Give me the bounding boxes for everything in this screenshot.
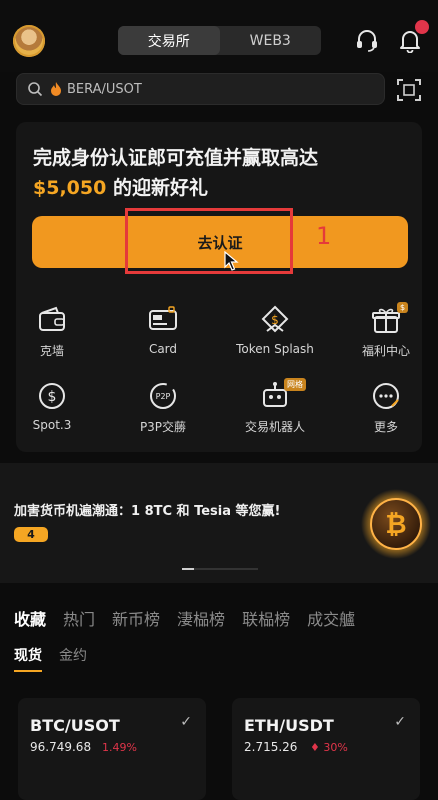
- svg-text:$: $: [48, 389, 57, 405]
- ticker-card[interactable]: BTC/USOT ✓ 96.749.68 1.49%: [18, 698, 206, 800]
- tab-web3[interactable]: WEB3: [220, 26, 322, 55]
- check-icon[interactable]: ✓: [180, 714, 192, 730]
- trading-bot-badge: 网格: [284, 378, 306, 391]
- exchange-web3-switch: 交易所 WEB3: [118, 26, 321, 55]
- action-spot[interactable]: $ Spot.3: [2, 380, 102, 440]
- tab-losers[interactable]: 联榀榜: [242, 606, 290, 630]
- banner-message: 加害货币机遍潮通：1 8TC 和 Tesia 等您赢!: [14, 504, 281, 519]
- action-label: Token Splash: [236, 342, 314, 356]
- promo-title-line1: 完成身份认证郎可充值并赢取高达: [33, 147, 319, 169]
- more-icon: [373, 383, 399, 409]
- market-subtabs: 现货 金约: [14, 645, 104, 665]
- search-text: BERA/USOT: [67, 81, 142, 97]
- promo-amount: $5,050: [33, 177, 107, 199]
- annotation-number: 1: [316, 222, 332, 250]
- mouse-cursor-icon: [224, 251, 239, 271]
- tab-hot[interactable]: 热门: [63, 606, 95, 630]
- subtab-spot[interactable]: 现货: [14, 645, 42, 665]
- tab-gainers[interactable]: 淒榀榜: [177, 606, 225, 630]
- tab-new-listings[interactable]: 新币榜: [112, 606, 160, 630]
- action-label: 交易机器人: [244, 420, 305, 434]
- ticker-price: 96.749.68: [30, 740, 92, 754]
- action-more[interactable]: 更多: [336, 380, 436, 440]
- ticker-card[interactable]: ETH/USDT ✓ 2.715.26 ♦ 30%: [232, 698, 420, 800]
- action-label: 更多: [373, 420, 398, 434]
- wallet-icon: [39, 306, 65, 331]
- check-icon[interactable]: ✓: [394, 714, 406, 730]
- dollar-coin-icon: $: [39, 383, 65, 409]
- ticker-price: 2.715.26: [244, 740, 298, 754]
- avatar[interactable]: [13, 25, 45, 57]
- subtab-futures[interactable]: 金约: [59, 645, 87, 665]
- action-recharge[interactable]: 克墙: [2, 304, 102, 364]
- action-card[interactable]: Card: [113, 304, 213, 364]
- ticker-pair: ETH/USDT: [244, 716, 334, 735]
- action-label: P3P交蕂: [139, 420, 187, 434]
- ticker-change: ♦ 30%: [310, 741, 348, 754]
- tab-favorites[interactable]: 收藏: [14, 606, 46, 630]
- action-label: 克墙: [39, 344, 64, 358]
- scan-icon[interactable]: [395, 76, 423, 104]
- search-bar[interactable]: BERA/USOT: [16, 73, 385, 105]
- action-label: Spot.3: [32, 418, 72, 432]
- bitcoin-coin-icon: ₿: [361, 489, 431, 559]
- action-token-splash[interactable]: $ Token Splash: [225, 304, 325, 364]
- banner-pill: 4: [14, 527, 48, 542]
- action-welfare-center[interactable]: 福利中心: [336, 304, 436, 364]
- ticker-pair: BTC/USOT: [30, 716, 120, 735]
- svg-text:₿: ₿: [385, 510, 406, 540]
- card-icon: [149, 306, 177, 330]
- banner-pager: [182, 568, 258, 570]
- ticker-change: 1.49%: [102, 741, 137, 754]
- highlight-box: [125, 208, 293, 274]
- fire-icon: [51, 82, 61, 96]
- p2p-icon: P2P: [150, 383, 176, 409]
- subtab-underline: [14, 670, 42, 672]
- headset-icon[interactable]: [354, 27, 380, 53]
- notification-dot: [415, 20, 429, 34]
- tab-exchange[interactable]: 交易所: [118, 26, 220, 55]
- action-trading-bot[interactable]: 交易机器人: [225, 380, 325, 440]
- promo-title: 完成身份认证郎可充值并赢取高达 $5,050 的迎新好礼: [33, 143, 413, 203]
- action-label: Card: [148, 342, 178, 356]
- welfare-badge: $: [397, 302, 409, 313]
- svg-text:P2P: P2P: [156, 392, 171, 401]
- promo-title-line2: 的迎新好礼: [106, 177, 208, 199]
- action-label: 福利中心: [361, 344, 410, 358]
- tab-volume[interactable]: 成交艫: [307, 606, 355, 630]
- action-p2p[interactable]: P2P P3P交蕂: [113, 380, 213, 440]
- token-splash-icon: $: [261, 305, 289, 333]
- search-icon: [28, 82, 43, 97]
- market-tabs: 收藏 热门 新币榜 淒榀榜 联榀榜 成交艫: [14, 606, 372, 630]
